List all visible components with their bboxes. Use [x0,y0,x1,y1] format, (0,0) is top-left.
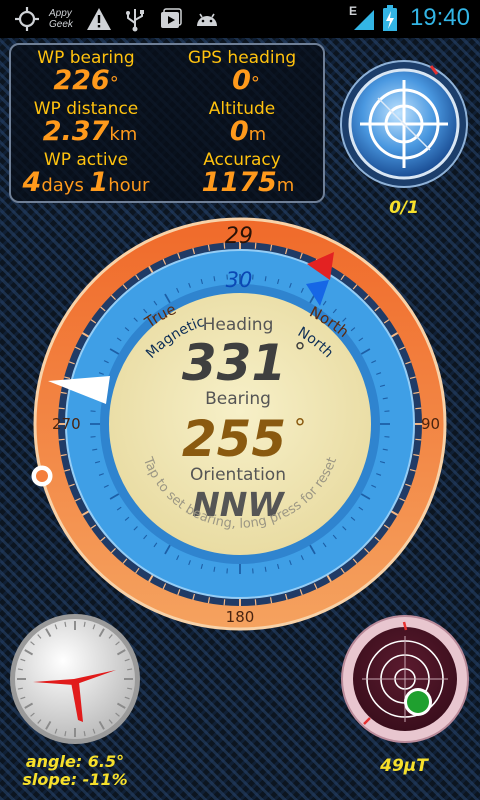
tick-mark [415,407,422,410]
signal-icon [354,10,374,30]
wp-bearing-number: 226 [53,65,110,96]
gps-heading-value: 0° [171,65,321,96]
tick-mark [254,242,257,249]
tick-mark [64,621,67,627]
magnetometer-ball-icon [407,691,429,713]
accuracy-value: 1175m [173,167,323,198]
media-icon [161,8,182,28]
status-bar: Appy Geek E 19:40 [0,0,480,38]
android-icon [197,13,217,26]
magnetic-north-value: 30 [226,268,253,292]
wp-active-days-unit: days [41,175,84,196]
tick-mark [254,599,257,606]
tick-mark [58,438,65,441]
slope-readout: slope: -11% [22,770,128,789]
tick-mark [415,438,422,441]
inclinometer-readout: angle: 6.5° slope: -11% [8,753,142,789]
compass-dial[interactable]: True North 29 Magnetic North 30 270 90 1… [30,214,450,634]
wp-distance-value: 2.37km [15,116,165,147]
gps-heading-number: 0 [232,65,251,96]
tick-mark [223,599,226,606]
true-north-value: 29 [225,224,253,249]
wp-active-hours-unit: hour [108,175,150,196]
altitude-unit: m [248,124,267,145]
wp-bearing-value: 226° [11,65,161,96]
gps-status-widget[interactable] [338,56,470,192]
accuracy-number: 1175 [201,167,277,198]
tick-mark [127,687,133,690]
wp-distance-unit: km [109,124,138,145]
bearing-unit: ° [294,414,306,442]
tick-mark [127,668,133,671]
battery-icon [383,5,397,31]
tick-label-270: 270 [52,415,81,433]
altitude-value: 0m [173,116,323,147]
info-panel: WP bearing 226° GPS heading 0° WP distan… [9,43,325,203]
status-clock: 19:40 [409,4,470,31]
bearing-label: Bearing [205,389,271,409]
wp-distance-number: 2.37 [42,116,110,147]
tick-mark [64,731,67,737]
bearing-value: 255 [182,410,286,468]
appy-geek-top-text: Appy [49,8,72,19]
tick-mark [83,621,86,627]
magnetometer-dial[interactable] [340,614,470,744]
wp-active-hours-number: 1 [89,167,109,198]
angle-readout: angle: 6.5° [25,752,125,771]
tick-label-90: 90 [421,415,440,433]
warning-icon [87,8,111,30]
altitude-number: 0 [229,116,249,147]
wp-active-days-number: 4 [22,167,42,198]
magnetic-field-strength: 49μT [380,756,428,776]
tick-mark [58,407,65,410]
heading-unit: ° [294,338,306,366]
tick-mark [17,687,23,690]
appy-geek-bottom-text: Geek [49,19,73,30]
tick-mark [17,668,23,671]
wp-bearing-unit: ° [109,73,119,94]
tick-mark [83,731,86,737]
appy-geek-icon: Appy Geek [49,8,79,30]
gps-icon [15,7,39,31]
inclinometer-dial[interactable] [8,612,142,746]
gps-heading-marker-icon [36,470,48,482]
heading-label: Heading [203,315,274,335]
gps-heading-unit: ° [250,73,260,94]
heading-value: 331 [182,334,286,392]
orientation-label: Orientation [190,465,286,485]
usb-icon [126,9,144,32]
wp-active-value: 4days 1hour [11,167,161,198]
accuracy-unit: m [276,175,295,196]
tick-label-180: 180 [226,608,255,626]
